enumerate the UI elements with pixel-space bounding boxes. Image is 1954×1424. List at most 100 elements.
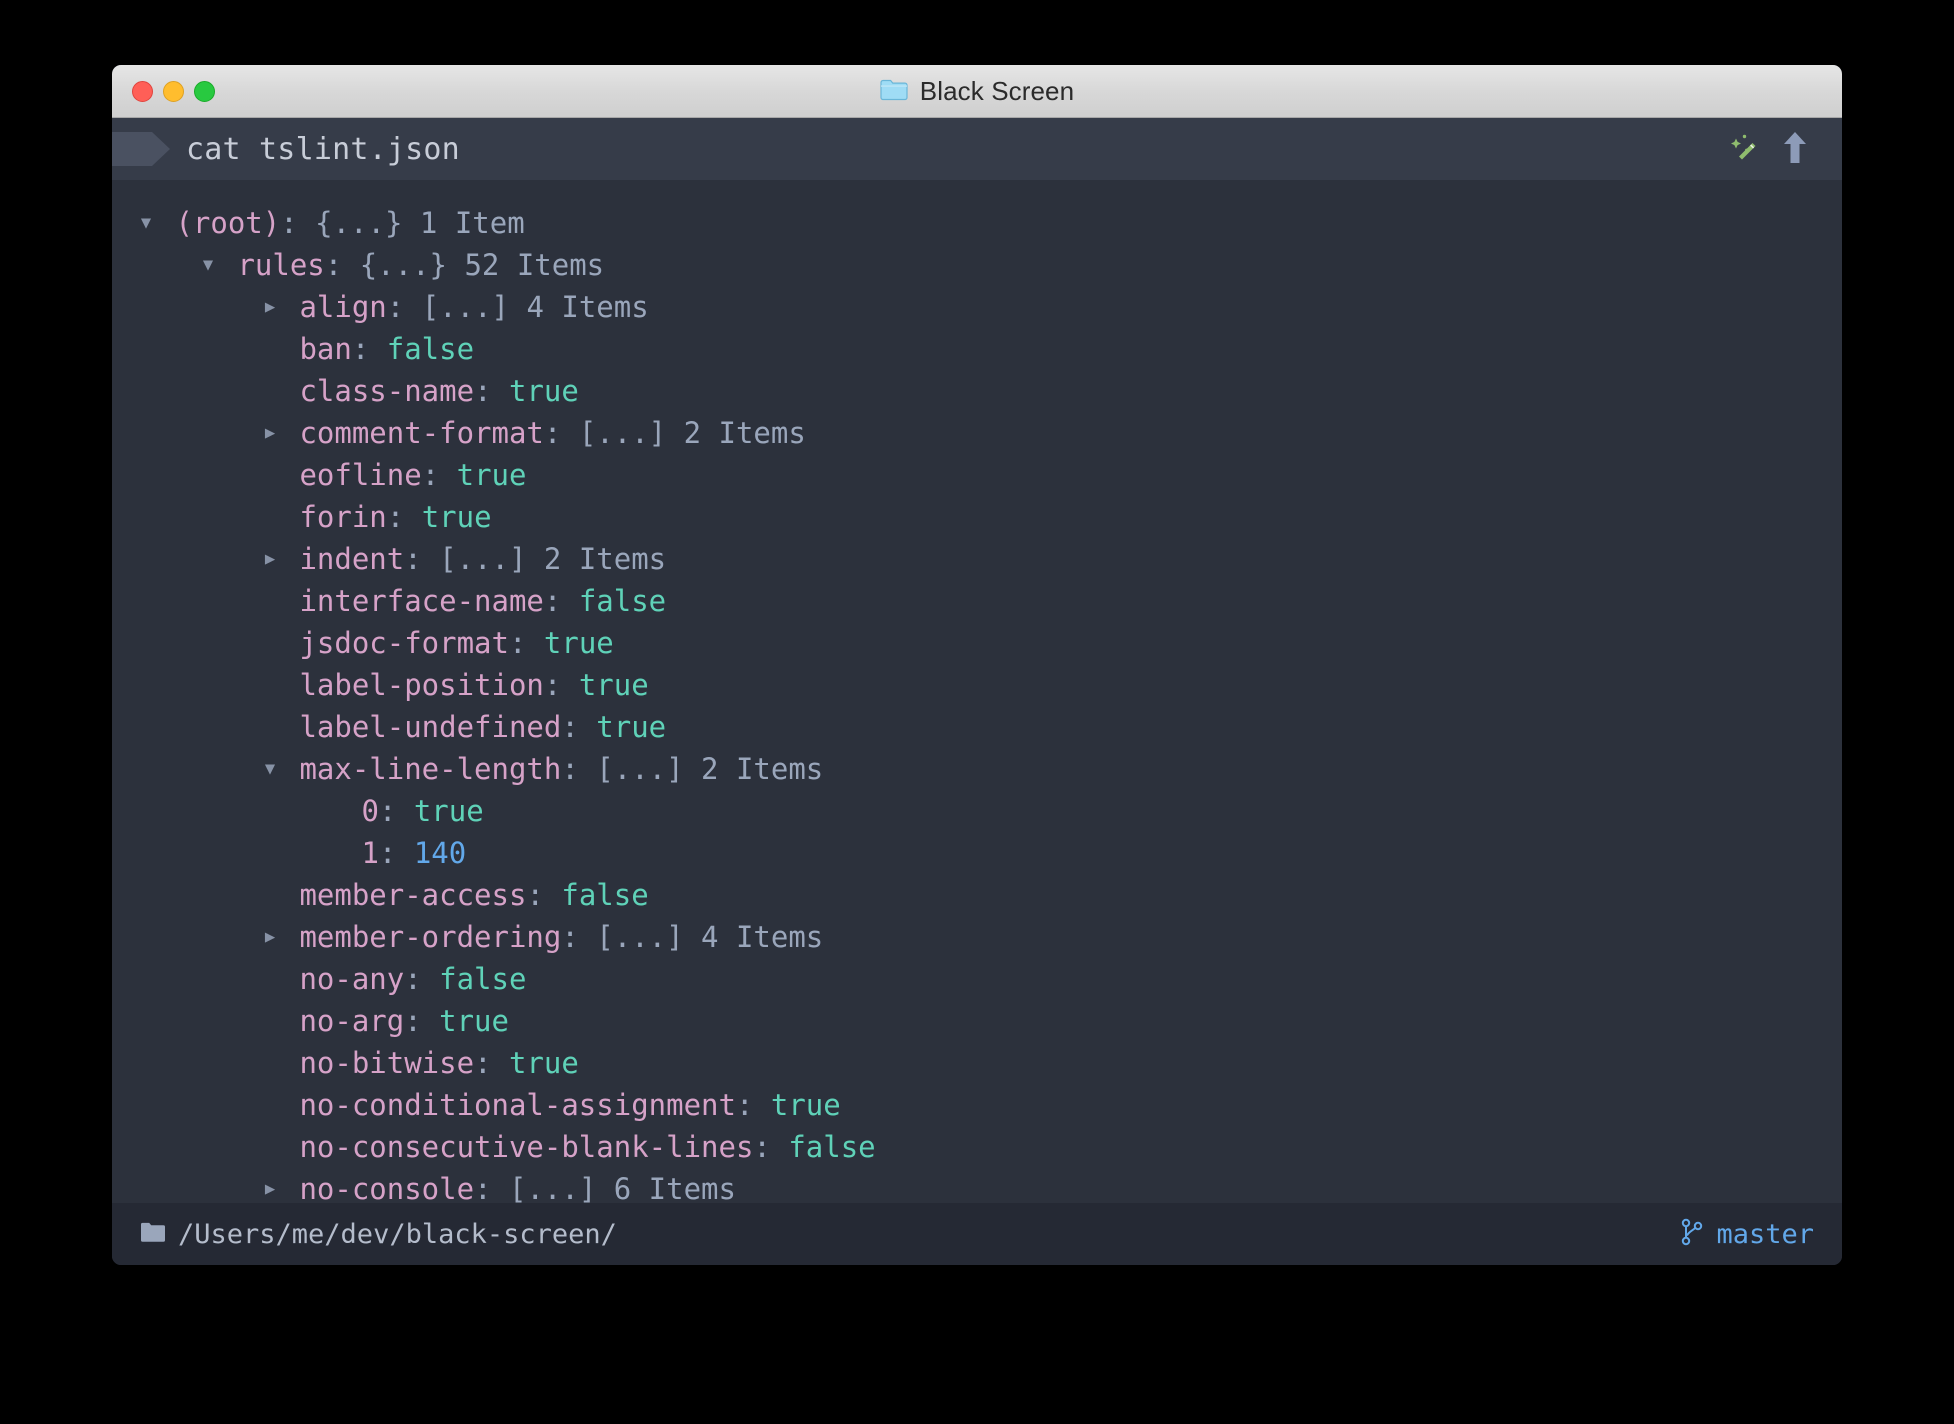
json-key: align: [282, 290, 387, 324]
tree-indent-spacer: ▶: [258, 1084, 282, 1126]
json-tree-row[interactable]: ▶ no-console: [...] 6 Items: [112, 1168, 1842, 1203]
chevron-down-icon[interactable]: ▼: [258, 748, 282, 790]
json-key: jsdoc-format: [282, 626, 509, 660]
close-button[interactable]: [132, 80, 153, 102]
chevron-down-icon[interactable]: ▼: [134, 202, 158, 244]
window-title: Black Screen: [919, 75, 1075, 106]
chevron-right-icon[interactable]: ▶: [258, 286, 282, 328]
folder-icon: [140, 1221, 166, 1247]
chevron-right-icon[interactable]: ▶: [258, 412, 282, 454]
cwd-text: /Users/me/dev/black-screen/: [178, 1218, 617, 1250]
json-brace: [...]: [596, 752, 702, 786]
json-key: member-access: [282, 878, 527, 912]
prompt-actions: [1728, 130, 1808, 168]
json-separator: :: [324, 248, 360, 282]
arrow-up-icon[interactable]: [1782, 130, 1808, 168]
json-tree-row[interactable]: ▶ forin: true: [112, 496, 1842, 538]
json-tree-row[interactable]: ▶ 1: 140: [112, 832, 1842, 874]
json-key: no-any: [282, 962, 405, 996]
json-key: label-undefined: [282, 710, 562, 744]
json-brace: [...]: [596, 920, 702, 954]
minimize-button[interactable]: [163, 80, 184, 102]
json-separator: :: [753, 1130, 789, 1164]
json-tree-row[interactable]: ▶ no-bitwise: true: [112, 1042, 1842, 1084]
json-key: no-conditional-assignment: [282, 1088, 736, 1122]
json-separator: :: [351, 332, 387, 366]
json-separator: :: [421, 458, 457, 492]
json-tree-row[interactable]: ▶ label-position: true: [112, 664, 1842, 706]
chevron-right-icon[interactable]: ▶: [258, 916, 282, 958]
status-bar: /Users/me/dev/black-screen/ master: [112, 1203, 1842, 1265]
json-separator: :: [561, 710, 597, 744]
json-item-count: 4 Items: [526, 290, 649, 324]
json-separator: :: [735, 1088, 771, 1122]
maximize-button[interactable]: [194, 80, 215, 102]
json-value: false: [439, 962, 527, 996]
tree-indent-spacer: ▶: [258, 664, 282, 706]
json-item-count: 2 Items: [701, 752, 824, 786]
tree-indent-spacer: ▶: [258, 370, 282, 412]
json-tree-row[interactable]: ▶ eofline: true: [112, 454, 1842, 496]
json-brace: {...}: [359, 248, 465, 282]
tree-indent-spacer: ▶: [258, 328, 282, 370]
json-key: eofline: [282, 458, 422, 492]
tree-indent-spacer: ▶: [258, 958, 282, 1000]
chevron-down-icon[interactable]: ▼: [196, 244, 220, 286]
tree-indent-spacer: ▶: [258, 496, 282, 538]
json-tree-row[interactable]: ▶ member-access: false: [112, 874, 1842, 916]
json-value: true: [770, 1088, 841, 1122]
json-item-count: 4 Items: [701, 920, 824, 954]
json-key: indent: [282, 542, 405, 576]
command-input[interactable]: cat tslint.json: [186, 132, 460, 167]
json-tree-output[interactable]: ▼ (root): {...} 1 Item ▼ rules: {...} 52 …: [112, 180, 1842, 1203]
json-brace: [...]: [508, 1172, 614, 1203]
git-branch-icon: [1680, 1218, 1704, 1250]
json-key: comment-format: [282, 416, 544, 450]
json-tree-row[interactable]: ▶ align: [...] 4 Items: [112, 286, 1842, 328]
git-branch[interactable]: master: [1680, 1218, 1814, 1250]
json-tree-row[interactable]: ▶ no-arg: true: [112, 1000, 1842, 1042]
tree-indent-spacer: ▶: [258, 454, 282, 496]
json-tree-row[interactable]: ▶ no-any: false: [112, 958, 1842, 1000]
json-separator: :: [561, 752, 597, 786]
json-separator: :: [543, 668, 579, 702]
json-value: true: [508, 374, 579, 408]
json-tree-row[interactable]: ▶ class-name: true: [112, 370, 1842, 412]
json-tree-row[interactable]: ▶ comment-format: [...] 2 Items: [112, 412, 1842, 454]
tree-indent-spacer: ▶: [258, 1126, 282, 1168]
folder-icon: [880, 78, 908, 105]
json-tree-row[interactable]: ▶ interface-name: false: [112, 580, 1842, 622]
json-separator: :: [543, 416, 579, 450]
json-item-count: 2 Items: [683, 416, 806, 450]
json-separator: :: [378, 794, 414, 828]
json-tree-row[interactable]: ▶ label-undefined: true: [112, 706, 1842, 748]
working-directory[interactable]: /Users/me/dev/black-screen/: [140, 1219, 617, 1250]
magic-wand-icon[interactable]: [1728, 131, 1760, 167]
chevron-right-icon[interactable]: ▶: [258, 1168, 282, 1203]
tree-indent-spacer: ▶: [258, 706, 282, 748]
json-tree-row[interactable]: ▶ indent: [...] 2 Items: [112, 538, 1842, 580]
prompt-chevron-icon: [112, 128, 174, 170]
json-tree-row[interactable]: ▼ max-line-length: [...] 2 Items: [112, 748, 1842, 790]
json-tree-row[interactable]: ▶ jsdoc-format: true: [112, 622, 1842, 664]
json-tree-row[interactable]: ▶ ban: false: [112, 328, 1842, 370]
json-tree-row[interactable]: ▼ (root): {...} 1 Item: [112, 202, 1842, 244]
json-key: class-name: [282, 374, 475, 408]
json-value: true: [439, 1004, 509, 1038]
json-separator: :: [404, 542, 440, 576]
json-tree-row[interactable]: ▶ no-consecutive-blank-lines: false: [112, 1126, 1842, 1168]
json-tree-row[interactable]: ▶ 0: true: [112, 790, 1842, 832]
json-tree-row[interactable]: ▶ member-ordering: [...] 4 Items: [112, 916, 1842, 958]
json-value: true: [596, 710, 667, 744]
json-value: true: [508, 1046, 579, 1080]
json-value: 140: [413, 836, 467, 870]
window-title-group: Black Screen: [112, 65, 1842, 117]
json-tree-row[interactable]: ▶ no-conditional-assignment: true: [112, 1084, 1842, 1126]
json-tree-row[interactable]: ▼ rules: {...} 52 Items: [112, 244, 1842, 286]
tree-indent-spacer: ▶: [258, 874, 282, 916]
chevron-right-icon[interactable]: ▶: [258, 538, 282, 580]
json-key: interface-name: [282, 584, 544, 618]
terminal-window: Black Screen cat tslint.json ▼ (root): …: [112, 65, 1842, 1265]
json-key: no-bitwise: [282, 1046, 475, 1080]
window-titlebar: Black Screen: [112, 65, 1842, 118]
